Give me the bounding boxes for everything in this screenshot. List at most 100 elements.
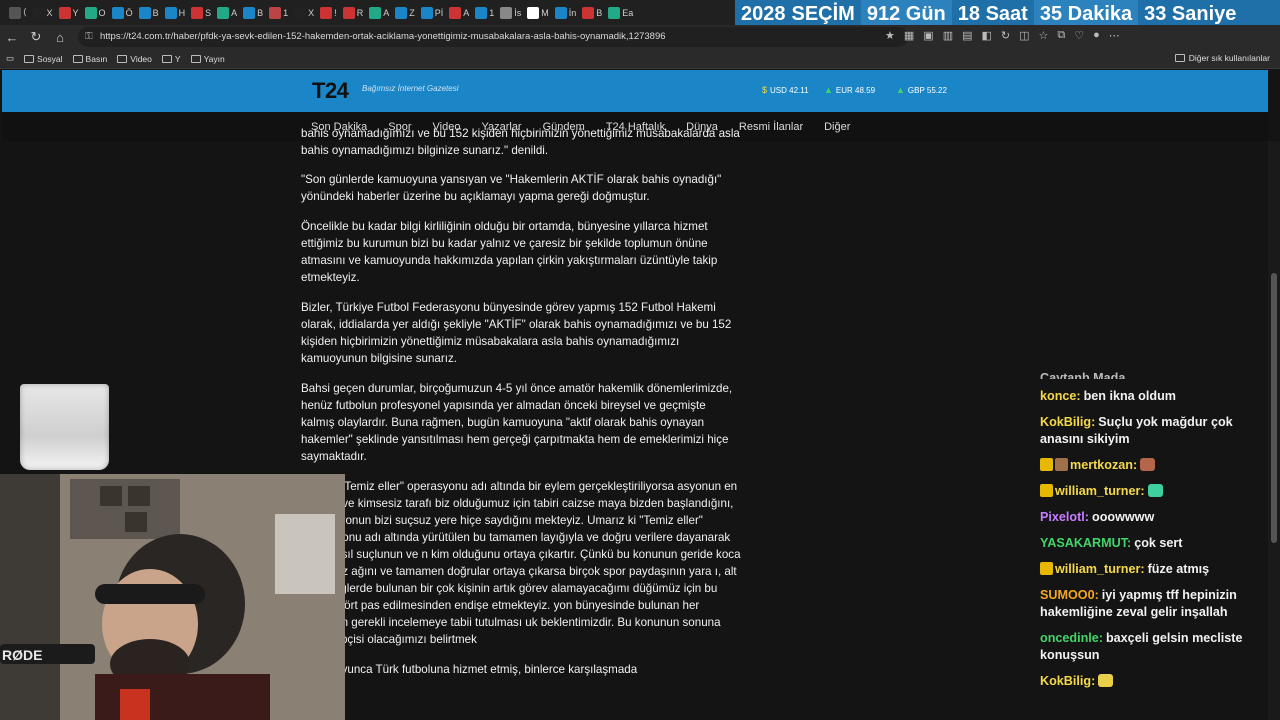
tab-favicon-icon [582, 6, 595, 19]
chat-message: mertkozan: [1040, 457, 1272, 474]
browser-tab[interactable]: Z [392, 2, 418, 24]
tab-favicon-icon [9, 6, 21, 19]
nav-diger[interactable]: Diğer [824, 121, 850, 133]
browser-tab[interactable]: X [291, 2, 317, 24]
chat-username[interactable]: mertkozan: [1070, 458, 1137, 472]
chat-username[interactable]: oncedinle: [1040, 631, 1103, 645]
chat-username[interactable]: KokBilig: [1040, 674, 1095, 688]
tab-label: Y [72, 7, 79, 18]
chat-badge-icon [1040, 458, 1053, 471]
bookmark-folder[interactable]: Basın [72, 54, 107, 64]
bookmark-folder[interactable]: Y [161, 54, 181, 64]
tab-label: M [541, 7, 549, 18]
star-icon[interactable]: ★ [885, 29, 895, 42]
chat-message: KokBilig: [1040, 673, 1272, 690]
bookmarks-toggle-icon[interactable]: ▭ [6, 53, 14, 64]
address-bar-row: ← ↻ ⌂ ⚿ https://t24.com.tr/haber/pfdk-ya… [0, 25, 1280, 49]
back-icon[interactable]: ← [0, 30, 24, 45]
browser-tab[interactable]: 1 [266, 2, 291, 24]
chat-username[interactable]: Pixelotl: [1040, 510, 1089, 524]
url-field[interactable]: ⚿ https://t24.com.tr/haber/pfdk-ya-sevk-… [78, 27, 908, 47]
bookmark-folder[interactable]: Video [117, 54, 152, 64]
site-tagline: Bağımsız İnternet Gazetesi [362, 84, 459, 93]
tab-favicon-icon [138, 6, 151, 19]
browser-tab[interactable]: A [214, 2, 240, 24]
tab-label: B [152, 7, 159, 18]
stream-chat: Çaytanb Mada konce: ben ikna oldum KokBilig… [1040, 370, 1272, 699]
bookmark-folder[interactable]: Sosyal [24, 54, 63, 64]
chat-message: william_turner: [1040, 483, 1272, 500]
tab-favicon-icon [320, 6, 333, 19]
tab-favicon-icon [420, 6, 433, 19]
chat-badge-icon [1055, 458, 1068, 471]
fx-usd: $ USD 42.11 [762, 85, 809, 95]
chat-message: Pixelotl: ooowwww [1040, 509, 1272, 526]
browser-tab[interactable]: İs [497, 2, 524, 24]
tab-label: A [231, 7, 238, 18]
more-icon[interactable]: ⋯ [1109, 29, 1120, 42]
browser-tab[interactable]: B [579, 2, 605, 24]
folder-icon [117, 54, 128, 63]
browser-toolbar-icons: ★ ▦ ▣ ▥ ▤ ◧ ↻ ◫ ☆ ⧉ ♡ ● ⋯ [885, 29, 1120, 42]
chat-username[interactable]: SUMOO0: [1040, 588, 1099, 602]
extension-icon[interactable]: ◧ [982, 29, 992, 42]
browser-tab[interactable]: B [240, 2, 266, 24]
tab-label: X [46, 7, 53, 18]
tab-favicon-icon [243, 6, 256, 19]
browser-tab[interactable]: ! [317, 2, 340, 24]
browser-tab[interactable]: Ö [109, 2, 136, 24]
other-bookmarks[interactable]: Diğer sık kullanılanlar [1174, 53, 1270, 63]
browser-tab[interactable]: İn [552, 2, 580, 24]
site-info-icon[interactable]: ⚿ [85, 27, 93, 47]
chat-message: oncedinle: baxçeli gelsin mecliste konuşs… [1040, 630, 1272, 664]
article-paragraph: Bahsi geçen durumlar, birçoğumuzun 4-5 y… [301, 382, 733, 463]
chat-username[interactable]: konce: [1040, 389, 1081, 403]
chat-message: william_turner: füze atmış [1040, 561, 1272, 578]
browser-tab[interactable]: A [446, 2, 472, 24]
tab-favicon-icon [369, 6, 382, 19]
chat-username[interactable]: william_turner: [1055, 562, 1145, 576]
profile-avatar[interactable]: ● [1093, 29, 1100, 42]
browser-tab[interactable]: S [188, 2, 214, 24]
extension-icon[interactable]: ▥ [943, 29, 953, 42]
home-icon[interactable]: ⌂ [48, 30, 72, 45]
extension-icon[interactable]: ▣ [923, 29, 933, 42]
chat-username[interactable]: KokBilig: [1040, 415, 1095, 429]
heart-icon[interactable]: ♡ [1074, 29, 1084, 42]
browser-tab[interactable]: ⟨ [6, 2, 30, 24]
chat-username[interactable]: YASAKARMUT: [1040, 536, 1131, 550]
article-body: bahis oynamadığımızı ve bu 152 kişiden h… [301, 127, 741, 691]
tab-label: ! [334, 7, 337, 18]
tab-label: 1 [489, 7, 495, 18]
browser-tab[interactable]: Ea [605, 2, 636, 24]
browser-tab[interactable]: Pİ [418, 2, 447, 24]
bookmark-folder[interactable]: Yayın [190, 54, 225, 64]
browser-tab[interactable]: X [30, 2, 56, 24]
extension-icon[interactable]: ▤ [962, 29, 972, 42]
tab-favicon-icon [475, 6, 488, 19]
browser-tab[interactable]: H [162, 2, 189, 24]
extension-icon[interactable]: ▦ [904, 29, 914, 42]
nav-resmi-ilanlar[interactable]: Resmi İlanlar [739, 121, 803, 133]
tab-favicon-icon [32, 6, 45, 19]
tab-favicon-icon [294, 6, 307, 19]
tab-label: H [178, 7, 186, 18]
browser-tab[interactable]: A [366, 2, 392, 24]
browser-tab[interactable]: B [136, 2, 162, 24]
url-text: https://t24.com.tr/haber/pfdk-ya-sevk-ed… [100, 31, 666, 42]
tab-label: İs [514, 7, 522, 18]
tab-label: X [308, 7, 315, 18]
browser-tab[interactable]: 1 [472, 2, 497, 24]
favorites-icon[interactable]: ☆ [1039, 29, 1049, 42]
chat-username[interactable]: william_turner: [1055, 484, 1145, 498]
collections-icon[interactable]: ⧉ [1057, 29, 1065, 42]
browser-tab[interactable]: M [524, 2, 552, 24]
refresh-icon[interactable]: ↻ [1001, 29, 1010, 42]
browser-tab[interactable]: R [340, 2, 367, 24]
site-logo[interactable]: T24 [312, 78, 349, 104]
split-view-icon[interactable]: ◫ [1019, 29, 1029, 42]
reload-icon[interactable]: ↻ [24, 29, 48, 45]
chat-partial-text: Çaytanb Mada [1040, 371, 1126, 379]
browser-tab[interactable]: O [82, 2, 109, 24]
browser-tab[interactable]: Y [56, 2, 82, 24]
